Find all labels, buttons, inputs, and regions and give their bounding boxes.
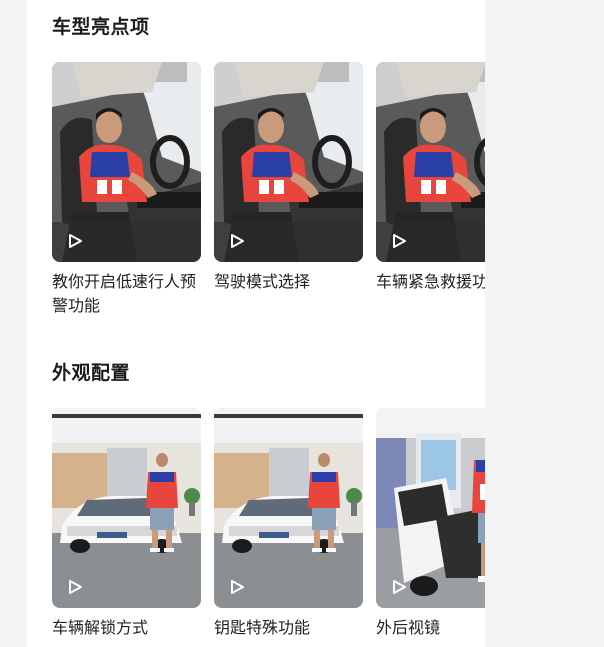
video-row-exterior[interactable]: 车辆解锁方式 钥匙特殊功能 外后视镜 <box>52 408 485 647</box>
section-title-exterior: 外观配置 <box>52 362 131 384</box>
video-caption: 车辆紧急救援功能 <box>376 272 485 291</box>
video-thumbnail[interactable] <box>52 408 201 608</box>
play-icon <box>67 233 83 249</box>
play-icon <box>391 579 407 595</box>
play-icon <box>391 233 407 249</box>
video-caption: 车辆解锁方式 <box>52 618 149 637</box>
video-caption: 教你开启低速行人预警功能 <box>52 272 197 315</box>
video-card[interactable]: 驾驶模式选择 <box>214 62 363 294</box>
thumbnail-image <box>214 62 363 262</box>
video-caption: 钥匙特殊功能 <box>214 618 311 637</box>
video-row-highlights[interactable]: 教你开启低速行人预警功能 驾驶模式选择 车辆紧急救援功能 <box>52 62 485 315</box>
thumbnail-image <box>214 408 363 608</box>
video-caption: 外后视镜 <box>376 618 441 637</box>
thumbnail-image <box>52 408 201 608</box>
video-card[interactable]: 车辆紧急救援功能 <box>376 62 485 294</box>
video-card[interactable]: 外后视镜 <box>376 408 485 640</box>
video-card[interactable]: 钥匙特殊功能 <box>214 408 363 640</box>
thumbnail-image <box>52 62 201 262</box>
video-thumbnail[interactable] <box>376 62 485 262</box>
video-card[interactable]: 教你开启低速行人预警功能 <box>52 62 201 318</box>
thumbnail-image <box>376 62 485 262</box>
content-panel: 车型亮点项 教你开启低速行人预警功能 驾驶模式选择 车辆紧急救援功能 外观配置 <box>27 0 485 647</box>
play-icon <box>229 579 245 595</box>
play-icon <box>229 233 245 249</box>
video-thumbnail[interactable] <box>214 408 363 608</box>
video-thumbnail[interactable] <box>214 62 363 262</box>
video-caption: 驾驶模式选择 <box>214 272 311 291</box>
thumbnail-image <box>376 408 485 608</box>
section-title-highlights: 车型亮点项 <box>52 16 150 38</box>
video-card[interactable]: 车辆解锁方式 <box>52 408 201 640</box>
video-thumbnail[interactable] <box>52 62 201 262</box>
play-icon <box>67 579 83 595</box>
video-thumbnail[interactable] <box>376 408 485 608</box>
